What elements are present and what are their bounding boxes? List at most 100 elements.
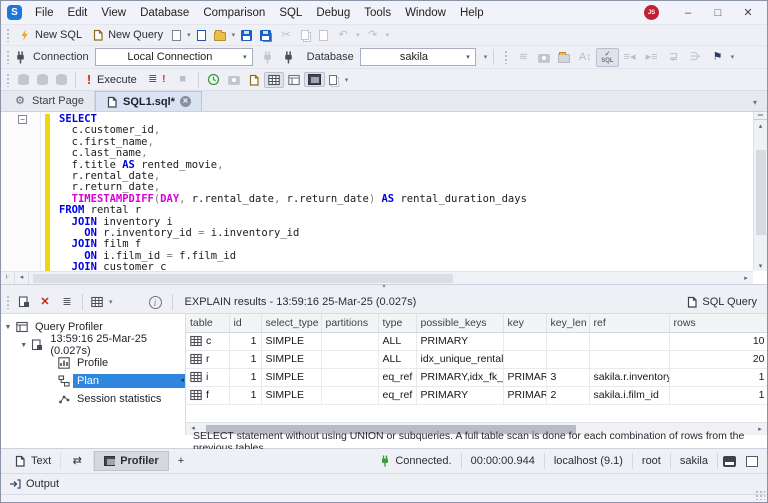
save-results-button[interactable]: [14, 294, 34, 310]
connect-icon[interactable]: [261, 50, 274, 64]
delete-session-button[interactable]: ✕: [34, 294, 56, 311]
swap-panels-button[interactable]: ⇄: [61, 451, 95, 471]
table-row[interactable]: f1SIMPLEeq_refPRIMARYPRIMARY2sakila.i.fi…: [186, 386, 767, 405]
new-document-caret[interactable]: ▾: [185, 31, 193, 39]
tree-splitter-arrow[interactable]: ◂: [180, 376, 184, 384]
column-header-id[interactable]: id: [229, 314, 262, 333]
sql-formatter-toggle[interactable]: ✓ SQL: [596, 47, 619, 67]
new-connection-button[interactable]: [193, 28, 210, 43]
query-profiler-toggle[interactable]: [263, 71, 284, 88]
tree-session-statistics[interactable]: Session statistics: [1, 390, 185, 408]
close-button[interactable]: ✕: [733, 4, 763, 21]
code-area[interactable]: SELECT c.customer_id, c.first_name, c.la…: [59, 113, 751, 274]
split-view-icon[interactable]: ⊦: [1, 272, 15, 284]
column-header-select_type[interactable]: select_type: [261, 314, 322, 333]
column-header-partitions[interactable]: partitions: [321, 314, 379, 333]
toolbar-drag-handle[interactable]: [6, 28, 11, 42]
scroll-right-icon[interactable]: ▸: [739, 274, 753, 282]
scroll-left-icon[interactable]: ◂: [15, 272, 29, 284]
tab-profiler[interactable]: Profiler: [94, 451, 169, 471]
change-case-button[interactable]: A↕: [574, 49, 596, 66]
code-line[interactable]: c.first_name,: [59, 136, 751, 148]
bookmark-button[interactable]: ⚑: [707, 49, 729, 66]
results-view-toggle[interactable]: [303, 72, 325, 87]
scroll-up-icon[interactable]: ▴: [754, 120, 767, 130]
open-file-caret[interactable]: ▾: [230, 31, 238, 39]
toolbar-drag-handle[interactable]: [6, 50, 11, 64]
tab-text[interactable]: Text: [5, 452, 62, 470]
resize-grip[interactable]: [755, 490, 765, 500]
scroll-down-icon[interactable]: ▾: [754, 262, 767, 270]
tree-expand-icon[interactable]: ▼: [3, 324, 13, 331]
toolbar-overflow-caret[interactable]: ▾: [482, 53, 490, 61]
menu-window[interactable]: Window: [398, 7, 453, 19]
column-header-possible_keys[interactable]: possible_keys: [416, 314, 504, 333]
execute-overflow-caret[interactable]: ▾: [343, 76, 351, 84]
indent-block-button[interactable]: ⋺: [685, 49, 707, 66]
code-line[interactable]: ON r.inventory_id = i.inventory_id: [59, 227, 751, 239]
undo-caret[interactable]: ▾: [354, 31, 362, 39]
save-button[interactable]: [237, 28, 256, 43]
view-options-caret[interactable]: ▾: [107, 298, 115, 306]
format-overflow-caret[interactable]: ▾: [729, 53, 737, 61]
export-results-button[interactable]: [244, 72, 264, 88]
tree-expand-icon[interactable]: ▼: [19, 342, 28, 349]
pin-results-button[interactable]: [325, 73, 343, 87]
code-line[interactable]: TIMESTAMPDIFF(DAY, r.rental_date, r.retu…: [59, 193, 751, 205]
redo-button[interactable]: ↷: [362, 27, 384, 44]
menu-debug[interactable]: Debug: [309, 7, 357, 19]
decrease-indent-button[interactable]: ≡◂: [619, 49, 641, 66]
editor-vertical-scrollbar[interactable]: ═ ▴ ▾: [753, 112, 767, 271]
menu-help[interactable]: Help: [453, 7, 491, 19]
maximize-button[interactable]: □: [703, 5, 733, 21]
snapshot-button[interactable]: [534, 50, 554, 65]
menu-edit[interactable]: Edit: [61, 7, 95, 19]
open-file-button[interactable]: [210, 28, 230, 43]
tab-start-page[interactable]: ⚙ Start Page: [3, 91, 95, 111]
add-tab-button[interactable]: +: [169, 452, 193, 470]
new-query-button[interactable]: New Query: [87, 27, 168, 43]
editor-horizontal-scrollbar[interactable]: ⊦ ◂ ▸: [1, 271, 753, 284]
menu-comparison[interactable]: Comparison: [196, 7, 272, 19]
redo-caret[interactable]: ▾: [384, 31, 392, 39]
paste-button[interactable]: [315, 28, 332, 43]
execute-script-button[interactable]: ≣!: [142, 71, 172, 88]
menu-tools[interactable]: Tools: [357, 7, 398, 19]
code-fold-toggle[interactable]: −: [18, 115, 27, 124]
column-header-key_len[interactable]: key_len: [546, 314, 590, 333]
code-line[interactable]: f.title AS rented_movie,: [59, 159, 751, 171]
menu-database[interactable]: Database: [133, 7, 196, 19]
format-button[interactable]: [554, 50, 574, 65]
dock-bottom-button[interactable]: [717, 453, 741, 469]
copy-button[interactable]: [297, 28, 315, 42]
user-avatar[interactable]: JS: [644, 5, 659, 20]
vertical-scroll-thumb[interactable]: [756, 150, 766, 235]
menu-view[interactable]: View: [94, 7, 133, 19]
toolbar-drag-handle[interactable]: [6, 295, 11, 309]
tab-output[interactable]: Output: [7, 476, 67, 492]
table-row[interactable]: i1SIMPLEeq_refPRIMARY,idx_fk_film_idPRIM…: [186, 368, 767, 387]
connection-select[interactable]: Local Connection ▾: [94, 48, 253, 66]
execute-button[interactable]: ! Execute: [80, 70, 142, 89]
database-tool-2-button[interactable]: [33, 72, 52, 87]
database-tool-1-button[interactable]: [14, 72, 33, 87]
sql-editor[interactable]: − SELECT c.customer_id, c.first_name, c.…: [1, 112, 767, 285]
undo-button[interactable]: ↶: [332, 27, 354, 44]
horizontal-scroll-thumb[interactable]: [33, 273, 453, 283]
clear-sessions-button[interactable]: ≣: [56, 294, 78, 311]
save-all-button[interactable]: [256, 28, 275, 43]
query-snapshot-button[interactable]: [224, 72, 244, 87]
column-header-table[interactable]: table: [186, 314, 230, 333]
toolbar-drag-handle[interactable]: [504, 50, 510, 64]
disconnect-icon[interactable]: [282, 50, 295, 64]
table-row[interactable]: c 1 SIMPLE ALL PRIMARY 10: [186, 332, 767, 351]
code-line[interactable]: r.rental_date,: [59, 170, 751, 182]
comment-button[interactable]: ≋: [512, 49, 534, 66]
code-line[interactable]: c.customer_id,: [59, 125, 751, 136]
code-line[interactable]: SELECT: [59, 113, 751, 125]
toolbar-drag-handle[interactable]: [6, 72, 11, 87]
menu-file[interactable]: File: [28, 7, 61, 19]
table-row[interactable]: r 1 SIMPLE ALL idx_unique_rental 20: [186, 350, 767, 369]
new-sql-button[interactable]: New SQL: [14, 27, 87, 43]
column-header-key[interactable]: key: [503, 314, 547, 333]
